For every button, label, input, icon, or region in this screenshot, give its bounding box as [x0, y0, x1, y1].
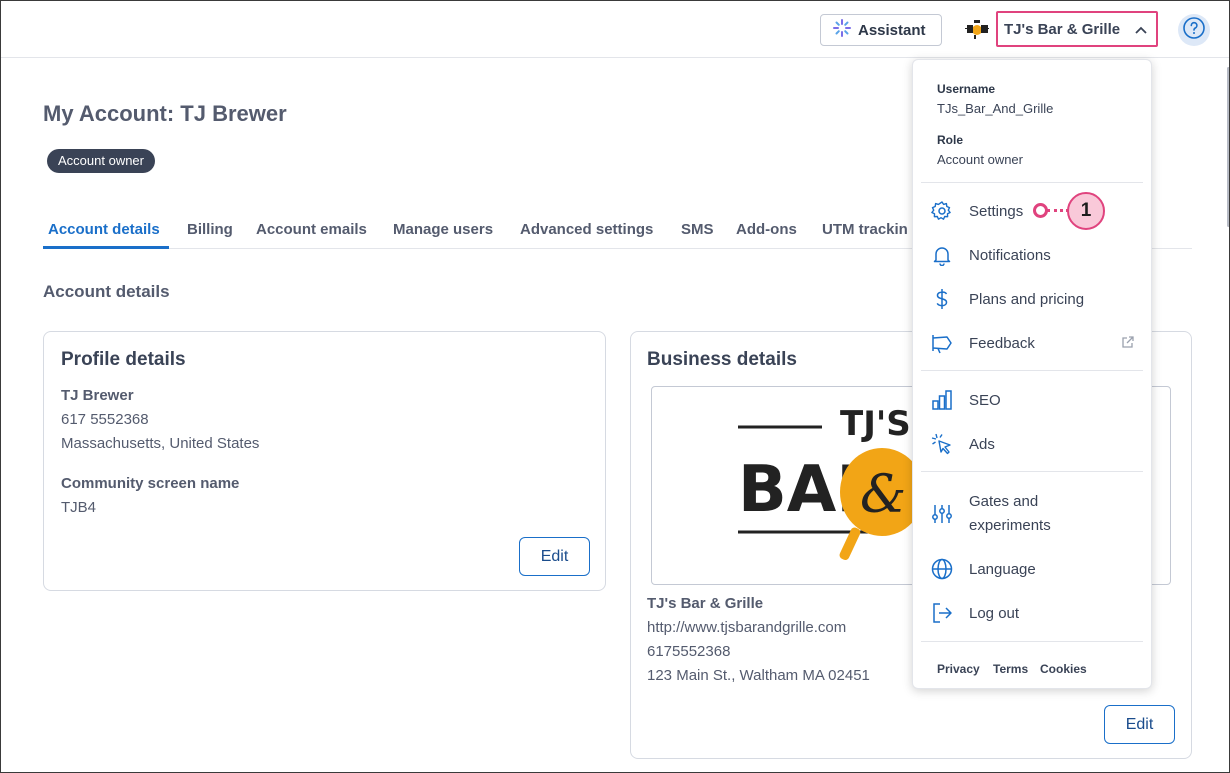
bar-chart-icon — [931, 389, 953, 411]
business-address: 123 Main St., Waltham MA 02451 — [647, 667, 870, 684]
menu-item-settings[interactable]: Settings — [921, 193, 1143, 229]
business-url: http://www.tjsbarandgrille.com — [647, 619, 847, 636]
chevron-up-icon — [1134, 23, 1148, 40]
log-out-icon — [931, 602, 953, 624]
menu-divider — [921, 182, 1143, 183]
dollar-icon — [931, 288, 953, 310]
tab-billing[interactable]: Billing — [187, 221, 233, 238]
menu-item-plans-and-pricing[interactable]: Plans and pricing — [921, 281, 1143, 317]
account-name: TJ's Bar & Grille — [1004, 20, 1121, 38]
tab-account-details[interactable]: Account details — [48, 221, 160, 238]
business-phone: 6175552368 — [647, 643, 731, 660]
menu-item-label: Gates and experiments — [969, 490, 1051, 538]
tab-utm-tracking[interactable]: UTM trackin — [822, 221, 908, 238]
assistant-label: Assistant — [858, 21, 926, 39]
menu-item-label: Notifications — [969, 246, 1051, 264]
menu-item-label: Feedback — [969, 334, 1035, 352]
profile-card-title: Profile details — [61, 349, 186, 370]
gates-line-1: Gates and — [969, 493, 1039, 510]
gates-line-2: experiments — [969, 517, 1051, 534]
page-title: My Account: TJ Brewer — [43, 101, 287, 126]
section-title: Account details — [43, 282, 170, 301]
business-card-title: Business details — [647, 349, 797, 370]
menu-item-seo[interactable]: SEO — [921, 382, 1143, 418]
logo-text-top: TJ'S — [840, 404, 911, 444]
tab-manage-users[interactable]: Manage users — [393, 221, 493, 238]
role-label: Role — [937, 133, 964, 147]
edit-business-button[interactable]: Edit — [1104, 705, 1175, 744]
status-badge: Account owner — [47, 149, 155, 173]
username-label: Username — [937, 82, 996, 96]
help-icon — [1182, 16, 1206, 45]
app-window: Assistant TJ's Bar & Grille My Account: … — [0, 0, 1230, 773]
menu-item-notifications[interactable]: Notifications — [921, 237, 1143, 273]
assistant-button[interactable]: Assistant — [820, 14, 942, 46]
globe-icon — [931, 558, 953, 580]
terms-link[interactable]: Terms — [993, 662, 1028, 676]
profile-phone: 617 5552368 — [61, 411, 149, 428]
menu-item-feedback[interactable]: Feedback — [921, 325, 1143, 361]
active-tab-indicator — [43, 246, 169, 249]
menu-item-label: Ads — [969, 435, 995, 453]
screen-name-value: TJB4 — [61, 499, 97, 516]
screen-name-label: Community screen name — [61, 475, 240, 492]
menu-item-language[interactable]: Language — [921, 551, 1143, 587]
sliders-icon — [931, 503, 953, 525]
account-menu: Username TJs_Bar_And_Grille Role Account… — [912, 59, 1152, 689]
menu-item-log-out[interactable]: Log out — [921, 595, 1143, 631]
brand-logo-icon — [964, 18, 990, 40]
callout-connector — [1047, 209, 1069, 212]
profile-card: Profile details TJ Brewer 617 5552368 Ma… — [43, 331, 606, 591]
menu-item-label: Plans and pricing — [969, 290, 1085, 308]
callout-number: 1 — [1067, 192, 1105, 230]
menu-item-label: Log out — [969, 604, 1020, 622]
menu-divider — [921, 471, 1143, 472]
gear-icon — [931, 200, 953, 222]
menu-item-ads[interactable]: Ads — [921, 426, 1143, 462]
username-value: TJs_Bar_And_Grille — [937, 101, 1054, 116]
menu-item-label: Language — [969, 560, 1036, 578]
cursor-click-icon — [931, 433, 953, 455]
logo-text-amp: & — [860, 465, 906, 525]
menu-divider — [921, 641, 1143, 642]
top-bar: Assistant TJ's Bar & Grille — [1, 1, 1229, 58]
tab-add-ons[interactable]: Add-ons — [736, 221, 797, 238]
tab-advanced-settings[interactable]: Advanced settings — [520, 221, 653, 238]
menu-divider — [921, 370, 1143, 371]
cookies-link[interactable]: Cookies — [1040, 662, 1087, 676]
tab-account-emails[interactable]: Account emails — [256, 221, 367, 238]
bell-icon — [931, 244, 953, 267]
privacy-link[interactable]: Privacy — [937, 662, 980, 676]
help-button[interactable] — [1178, 14, 1210, 46]
business-name: TJ's Bar & Grille — [647, 595, 764, 612]
account-switcher[interactable]: TJ's Bar & Grille — [996, 11, 1158, 47]
tab-sms[interactable]: SMS — [681, 221, 714, 238]
role-value: Account owner — [937, 152, 1023, 167]
menu-item-label: Settings — [969, 202, 1024, 220]
sparkle-icon — [833, 19, 858, 41]
megaphone-icon — [931, 332, 953, 354]
external-link-icon — [1121, 335, 1135, 354]
profile-location: Massachusetts, United States — [61, 435, 260, 452]
callout-marker — [1033, 203, 1048, 218]
menu-item-label: SEO — [969, 391, 1001, 409]
edit-profile-button[interactable]: Edit — [519, 537, 590, 576]
menu-item-gates-and-experiments[interactable]: Gates and experiments — [921, 490, 1143, 538]
profile-name: TJ Brewer — [61, 387, 134, 404]
